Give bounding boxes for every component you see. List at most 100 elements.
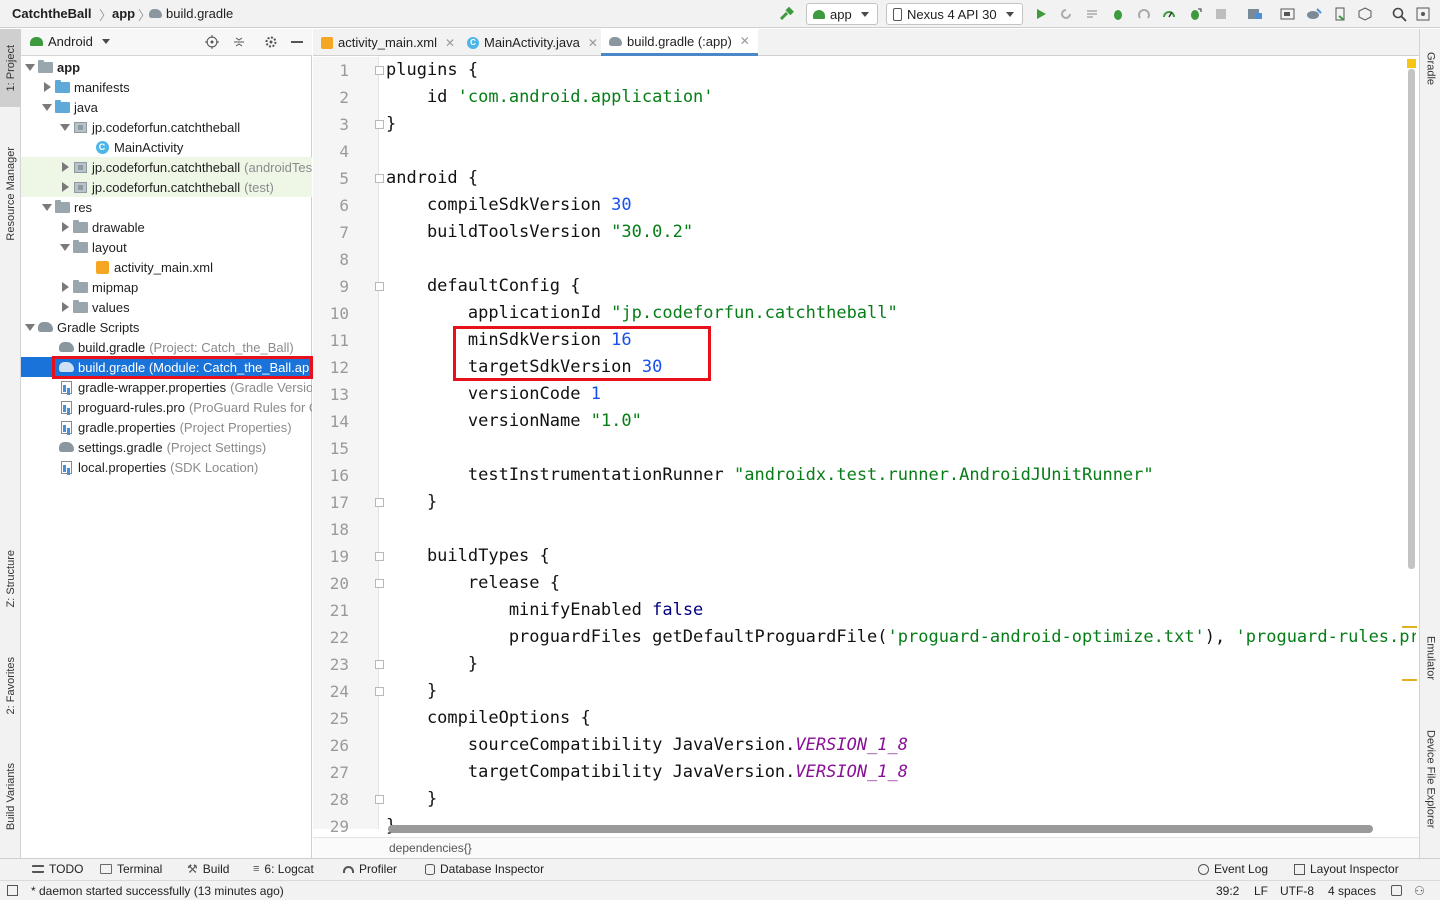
attach-debugger-icon[interactable] (1186, 5, 1204, 23)
tab-terminal[interactable]: Terminal (100, 862, 162, 876)
fold-marker-icon[interactable] (375, 66, 384, 75)
vertical-scrollbar[interactable] (1408, 69, 1415, 569)
close-icon[interactable]: ✕ (445, 36, 455, 50)
code-line-20[interactable]: release { (386, 570, 560, 597)
code-line-2[interactable]: id 'com.android.application' (386, 84, 714, 111)
code-breadcrumb[interactable]: dependencies{} (389, 841, 472, 855)
tree-item-gradle-properties[interactable]: gradle.properties (Project Properties) (21, 417, 312, 437)
tree-item-proguard-rules[interactable]: proguard-rules.pro (ProGuard Rules for C… (21, 397, 312, 417)
run-icon[interactable] (1032, 5, 1050, 23)
tree-item-gradle-wrapper[interactable]: gradle-wrapper.properties (Gradle Versio… (21, 377, 312, 397)
code-line-12[interactable]: targetSdkVersion 30 (386, 354, 662, 381)
stop-icon[interactable] (1212, 5, 1230, 23)
code-line-5[interactable]: android { (386, 165, 478, 192)
tab-event-log[interactable]: Event Log (1198, 862, 1268, 876)
fold-marker-icon[interactable] (375, 579, 384, 588)
indent-setting[interactable]: 4 spaces (1328, 884, 1376, 898)
tab-layout-inspector[interactable]: Layout Inspector (1294, 862, 1399, 876)
locate-icon[interactable] (205, 35, 219, 52)
tree-item-drawable[interactable]: drawable (21, 217, 312, 237)
tab-structure[interactable]: Z: Structure (0, 534, 21, 624)
tree-item-build-gradle-module[interactable]: build.gradle (Module: Catch_the_Ball.app… (21, 357, 312, 377)
code-line-19[interactable]: buildTypes { (386, 543, 550, 570)
fold-marker-icon[interactable] (375, 498, 384, 507)
code-line-24[interactable]: } (386, 678, 437, 705)
tree-item-gradle-scripts[interactable]: Gradle Scripts (21, 317, 312, 337)
fold-marker-icon[interactable] (375, 552, 384, 561)
search-icon[interactable] (1390, 5, 1408, 23)
profile-icon[interactable] (1160, 5, 1178, 23)
tree-item-mipmap[interactable]: mipmap (21, 277, 312, 297)
code-line-3[interactable]: } (386, 111, 396, 138)
code-line-1[interactable]: plugins { (386, 57, 478, 84)
tab-profiler[interactable]: Profiler (343, 862, 397, 876)
apply-changes-icon[interactable] (1057, 5, 1075, 23)
code-line-16[interactable]: testInstrumentationRunner "androidx.test… (386, 462, 1154, 489)
apply-code-changes-icon[interactable] (1083, 5, 1101, 23)
settings-icon[interactable] (1414, 5, 1432, 23)
tree-item-settings-gradle[interactable]: settings.gradle (Project Settings) (21, 437, 312, 457)
tab-todo[interactable]: TODO (32, 862, 83, 876)
code-line-6[interactable]: compileSdkVersion 30 (386, 192, 632, 219)
tab-mainactivity-java[interactable]: C MainActivity.java ✕ (459, 29, 606, 56)
breadcrumb-file[interactable]: build.gradle (149, 6, 233, 21)
fold-marker-icon[interactable] (375, 120, 384, 129)
run-config-select[interactable]: app (806, 3, 878, 25)
code-line-23[interactable]: } (386, 651, 478, 678)
tree-item-local-properties[interactable]: local.properties (SDK Location) (21, 457, 312, 477)
breadcrumb-module[interactable]: app (112, 6, 135, 21)
code-line-7[interactable]: buildToolsVersion "30.0.2" (386, 219, 693, 246)
fold-marker-icon[interactable] (375, 795, 384, 804)
tab-device-file-explorer[interactable]: Device File Explorer (1420, 714, 1440, 844)
code-line-11[interactable]: minSdkVersion 16 (386, 327, 632, 354)
coverage-icon[interactable] (1135, 5, 1153, 23)
tab-favorites[interactable]: 2: Favorites (0, 641, 21, 731)
fold-marker-icon[interactable] (375, 282, 384, 291)
tab-project[interactable]: 1: Project (0, 29, 21, 107)
tree-item-package-androidtest[interactable]: jp.codeforfun.catchtheball (androidTest) (21, 157, 312, 177)
tab-build[interactable]: ⚒ Build (187, 862, 229, 876)
tree-item-res[interactable]: res (21, 197, 312, 217)
sdk-manager-icon[interactable] (1331, 5, 1349, 23)
line-separator[interactable]: LF (1254, 884, 1268, 898)
tab-resource-manager[interactable]: Resource Manager (0, 129, 21, 259)
hammer-icon[interactable] (778, 5, 796, 23)
code-line-14[interactable]: versionName "1.0" (386, 408, 642, 435)
tree-item-app[interactable]: app (21, 57, 312, 77)
tab-build-variants[interactable]: Build Variants (0, 747, 21, 847)
fold-marker-icon[interactable] (375, 660, 384, 669)
project-structure-icon[interactable] (1246, 5, 1264, 23)
horizontal-scrollbar[interactable] (388, 825, 1373, 833)
collapse-all-icon[interactable] (232, 35, 246, 52)
tree-item-values[interactable]: values (21, 297, 312, 317)
code-line-28[interactable]: } (386, 786, 437, 813)
file-encoding[interactable]: UTF-8 (1280, 884, 1314, 898)
fold-marker-icon[interactable] (375, 174, 384, 183)
code-line-26[interactable]: sourceCompatibility JavaVersion.VERSION_… (386, 732, 908, 759)
tree-item-layout[interactable]: layout (21, 237, 312, 257)
debug-icon[interactable] (1109, 5, 1127, 23)
gear-icon[interactable] (264, 35, 278, 52)
tab-activity-main-xml[interactable]: activity_main.xml ✕ (313, 29, 463, 56)
avd-manager-icon[interactable] (1279, 5, 1297, 23)
code-line-25[interactable]: compileOptions { (386, 705, 591, 732)
project-view-select[interactable]: Android (30, 34, 110, 49)
code-line-22[interactable]: proguardFiles getDefaultProguardFile('pr… (386, 624, 1416, 651)
close-icon[interactable]: ✕ (740, 34, 750, 48)
device-select[interactable]: Nexus 4 API 30 (886, 3, 1023, 25)
code-line-9[interactable]: defaultConfig { (386, 273, 581, 300)
tab-database-inspector[interactable]: Database Inspector (425, 862, 544, 876)
code-line-13[interactable]: versionCode 1 (386, 381, 601, 408)
lock-icon[interactable] (1391, 885, 1402, 896)
tree-item-mainactivity[interactable]: C MainActivity (21, 137, 312, 157)
hide-panel-icon[interactable] (291, 41, 303, 43)
tree-item-package-main[interactable]: jp.codeforfun.catchtheball (21, 117, 312, 137)
tab-gradle[interactable]: Gradle (1420, 39, 1440, 99)
tree-item-manifests[interactable]: manifests (21, 77, 312, 97)
status-message[interactable]: * daemon started successfully (13 minute… (31, 884, 284, 898)
warning-marker-icon[interactable] (1407, 59, 1416, 68)
caret-position[interactable]: 39:2 (1216, 884, 1239, 898)
code-line-10[interactable]: applicationId "jp.codeforfun.catchthebal… (386, 300, 898, 327)
code-line-21[interactable]: minifyEnabled false (386, 597, 703, 624)
panel-toggle-icon[interactable] (7, 885, 18, 896)
